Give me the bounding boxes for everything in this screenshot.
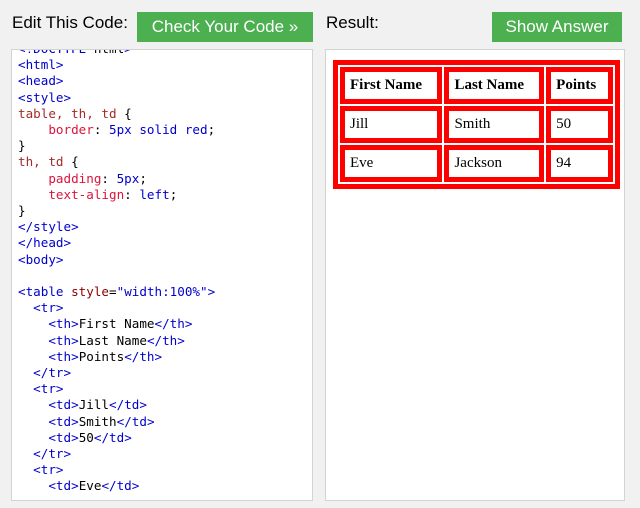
code-line: <head> xyxy=(18,73,64,89)
header-first-name: First Name xyxy=(340,67,443,104)
code-line: </style> xyxy=(18,219,79,235)
code-line: } xyxy=(18,138,26,154)
code-line: <tr> xyxy=(33,300,64,316)
code-line: <td>Smith</td> xyxy=(48,413,155,429)
code-line: <tr> xyxy=(33,381,64,397)
table-row: Jill Smith 50 xyxy=(340,106,613,143)
code-line: ​ xyxy=(18,268,306,284)
toolbar: Edit This Code: Check Your Code » Result… xyxy=(0,0,640,48)
code-line: border: 5px solid red; xyxy=(48,122,216,138)
code-line: <td>50</td> xyxy=(48,429,132,445)
code-line: </head> xyxy=(18,235,72,251)
show-answer-button[interactable]: Show Answer xyxy=(492,12,622,42)
code-editor[interactable]: <!DOCTYPE html><html><head><style>table,… xyxy=(11,49,313,501)
cell-points: 94 xyxy=(546,145,613,182)
result-label: Result: xyxy=(326,13,379,32)
check-code-button[interactable]: Check Your Code » xyxy=(137,12,313,42)
table-row: Eve Jackson 94 xyxy=(340,145,613,182)
code-line: } xyxy=(18,203,26,219)
result-table-wrapper: First Name Last Name Points Jill Smith 5… xyxy=(333,60,620,189)
cell-last-name: Smith xyxy=(444,106,545,143)
cell-points: 50 xyxy=(546,106,613,143)
code-line: text-align: left; xyxy=(48,186,178,202)
header-points: Points xyxy=(546,67,613,104)
result-table: First Name Last Name Points Jill Smith 5… xyxy=(333,60,620,189)
code-text[interactable]: <!DOCTYPE html><html><head><style>table,… xyxy=(12,50,312,495)
code-line: <html> xyxy=(18,57,64,73)
code-line: <!DOCTYPE html> xyxy=(18,50,306,57)
code-line: <td>Jill</td> xyxy=(48,397,147,413)
cell-last-name: Jackson xyxy=(444,145,545,182)
code-line: </tr> xyxy=(33,365,72,381)
code-line: <style> xyxy=(18,89,72,105)
code-line: th, td { xyxy=(18,154,79,170)
code-line: <th>Last Name</th> xyxy=(48,332,185,348)
cell-first-name: Jill xyxy=(340,106,443,143)
code-line: table, th, td { xyxy=(18,105,132,121)
code-line: <table style="width:100%"> xyxy=(18,284,216,300)
code-line: padding: 5px; xyxy=(48,170,147,186)
edit-code-label: Edit This Code: xyxy=(12,13,128,32)
result-panel: First Name Last Name Points Jill Smith 5… xyxy=(325,49,625,501)
code-line: <th>Points</th> xyxy=(48,348,163,364)
cell-first-name: Eve xyxy=(340,145,443,182)
code-line: </tr> xyxy=(33,446,72,462)
header-last-name: Last Name xyxy=(444,67,545,104)
code-line: <tr> xyxy=(33,462,64,478)
code-line: <th>First Name</th> xyxy=(48,316,193,332)
code-line: <td>Eve</td> xyxy=(48,478,140,494)
table-header-row: First Name Last Name Points xyxy=(340,67,613,104)
code-line: <body> xyxy=(18,251,64,267)
